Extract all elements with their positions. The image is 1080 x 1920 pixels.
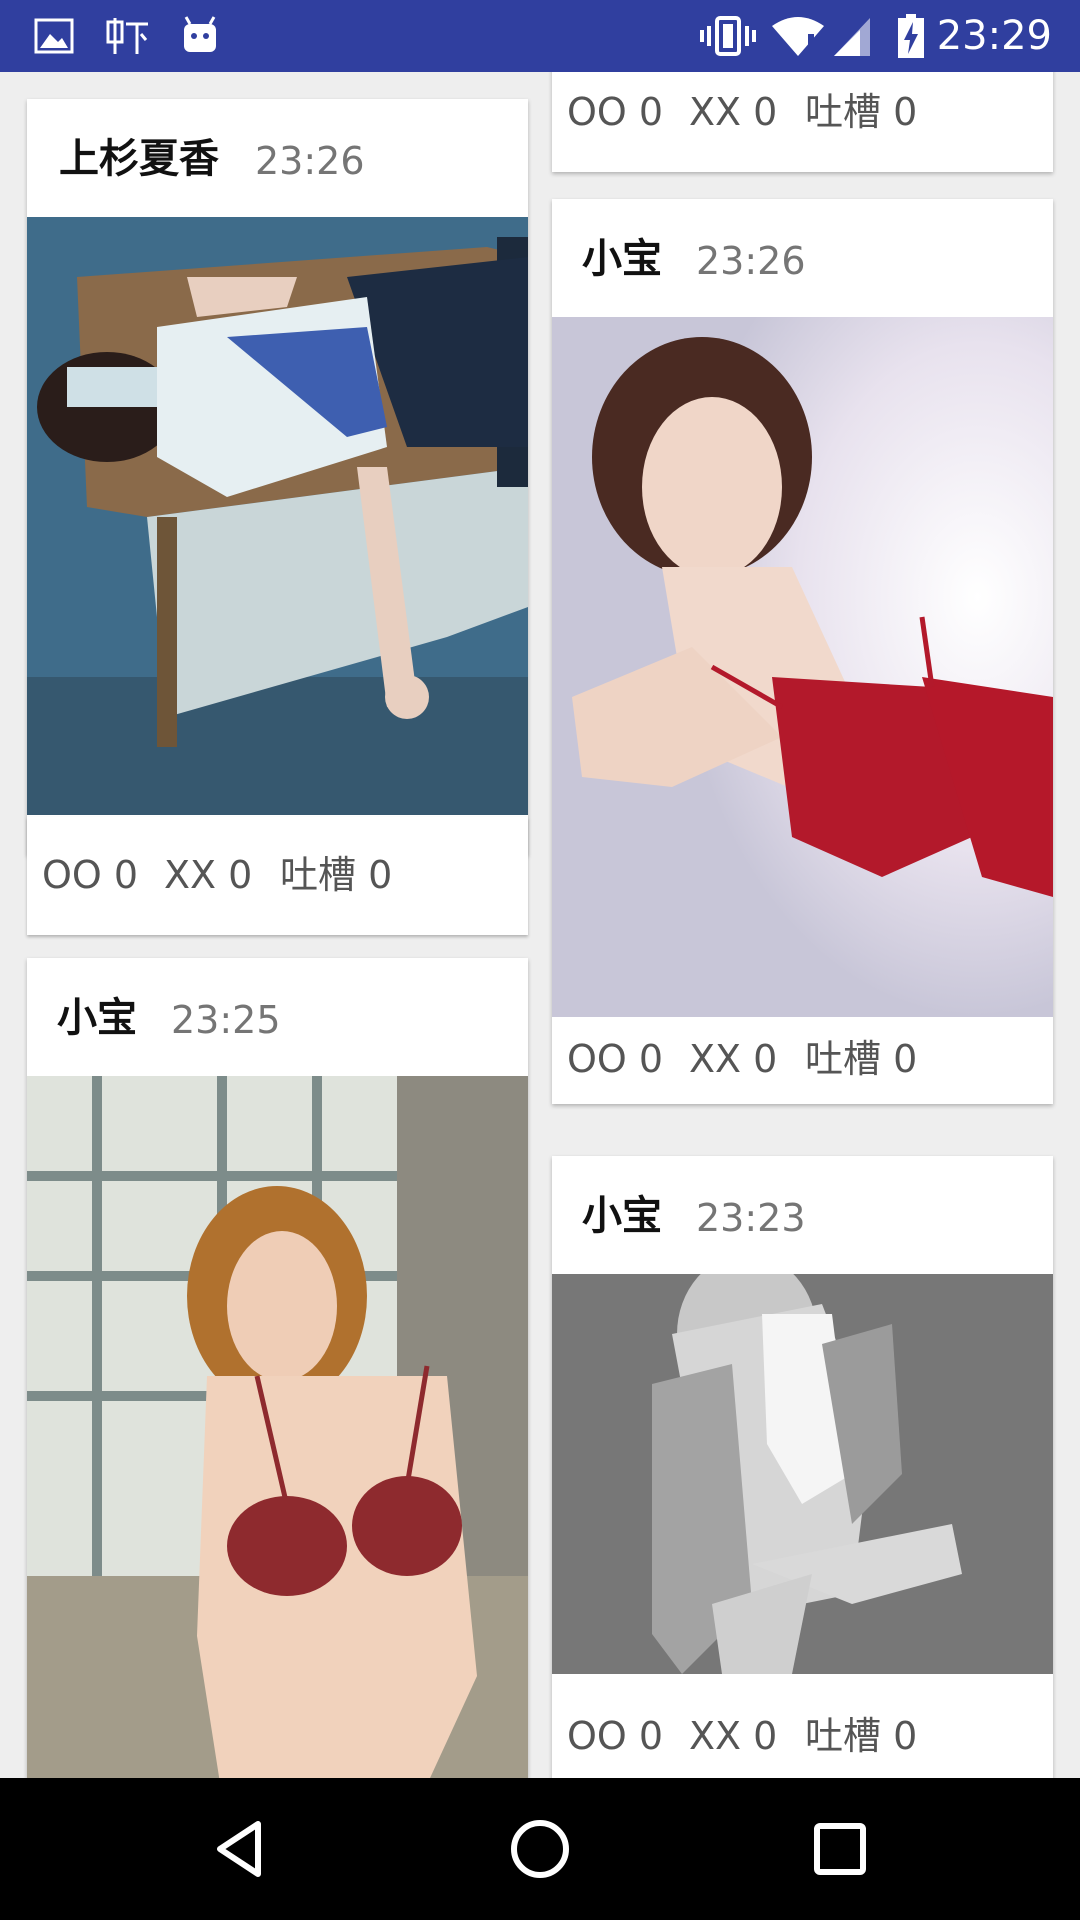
post-time: 23:23 (696, 1196, 806, 1240)
post-card[interactable]: 小宝 23:26 OO 0 XX 0 吐槽 0 (552, 199, 1053, 1104)
post-header: 小宝 23:23 (552, 1156, 1053, 1274)
wifi-alert-icon (772, 17, 824, 56)
navigation-bar (0, 1778, 1080, 1920)
home-icon[interactable] (505, 1814, 575, 1884)
post-stats-bar: OO 0 XX 0 吐槽 0 (27, 817, 528, 935)
post-image[interactable] (27, 217, 528, 815)
post-image[interactable] (552, 317, 1053, 1017)
oo-button[interactable]: OO 0 (42, 851, 138, 899)
status-bar: 23:29 (0, 0, 1080, 72)
post-stats-bar: OO 0 XX 0 吐槽 0 (552, 1674, 1053, 1778)
oo-button[interactable]: OO 0 (567, 1712, 663, 1760)
post-header: 上杉夏香 23:26 (27, 99, 528, 217)
comment-button[interactable]: 吐槽 0 (805, 1035, 917, 1083)
oo-button[interactable]: OO 0 (567, 88, 663, 136)
xia-app-icon (106, 18, 148, 54)
post-time: 23:26 (696, 239, 806, 283)
oo-button[interactable]: OO 0 (567, 1035, 663, 1083)
battery-charging-icon (898, 14, 924, 58)
post-image[interactable] (552, 1274, 1053, 1674)
post-time: 23:25 (171, 998, 281, 1042)
post-card[interactable]: 小宝 23:25 (27, 958, 528, 1778)
xx-button[interactable]: XX 0 (689, 88, 777, 136)
feed-grid[interactable]: 上杉夏香 23:26 OO 0 XX 0 吐槽 0 OO 0 XX 0 吐槽 0… (0, 72, 1080, 1778)
vibrate-icon (700, 16, 756, 56)
post-card[interactable]: 上杉夏香 23:26 (27, 99, 528, 855)
xx-button[interactable]: XX 0 (689, 1035, 777, 1083)
post-author[interactable]: 小宝 (582, 1192, 662, 1240)
post-author[interactable]: 上杉夏香 (59, 135, 219, 183)
post-header: 小宝 23:25 (27, 958, 528, 1076)
status-time: 23:29 (936, 13, 1052, 59)
post-time: 23:26 (255, 139, 365, 183)
comment-button[interactable]: 吐槽 0 (805, 1712, 917, 1760)
recents-icon[interactable] (805, 1814, 875, 1884)
post-card[interactable]: 小宝 23:23 OO 0 XX 0 吐槽 0 (552, 1156, 1053, 1778)
android-robot-icon (184, 16, 216, 52)
cell-signal-icon (834, 18, 870, 56)
post-stats-bar: OO 0 XX 0 吐槽 0 (552, 1017, 1053, 1104)
xx-button[interactable]: XX 0 (689, 1712, 777, 1760)
image-icon (34, 18, 74, 54)
post-image[interactable] (27, 1076, 528, 1778)
post-author[interactable]: 小宝 (57, 994, 137, 1042)
post-header: 小宝 23:26 (552, 199, 1053, 317)
xx-button[interactable]: XX 0 (164, 851, 252, 899)
post-card[interactable]: OO 0 XX 0 吐槽 0 (552, 72, 1053, 172)
post-author[interactable]: 小宝 (582, 235, 662, 283)
comment-button[interactable]: 吐槽 0 (805, 88, 917, 136)
comment-button[interactable]: 吐槽 0 (280, 851, 392, 899)
back-icon[interactable] (206, 1814, 276, 1884)
